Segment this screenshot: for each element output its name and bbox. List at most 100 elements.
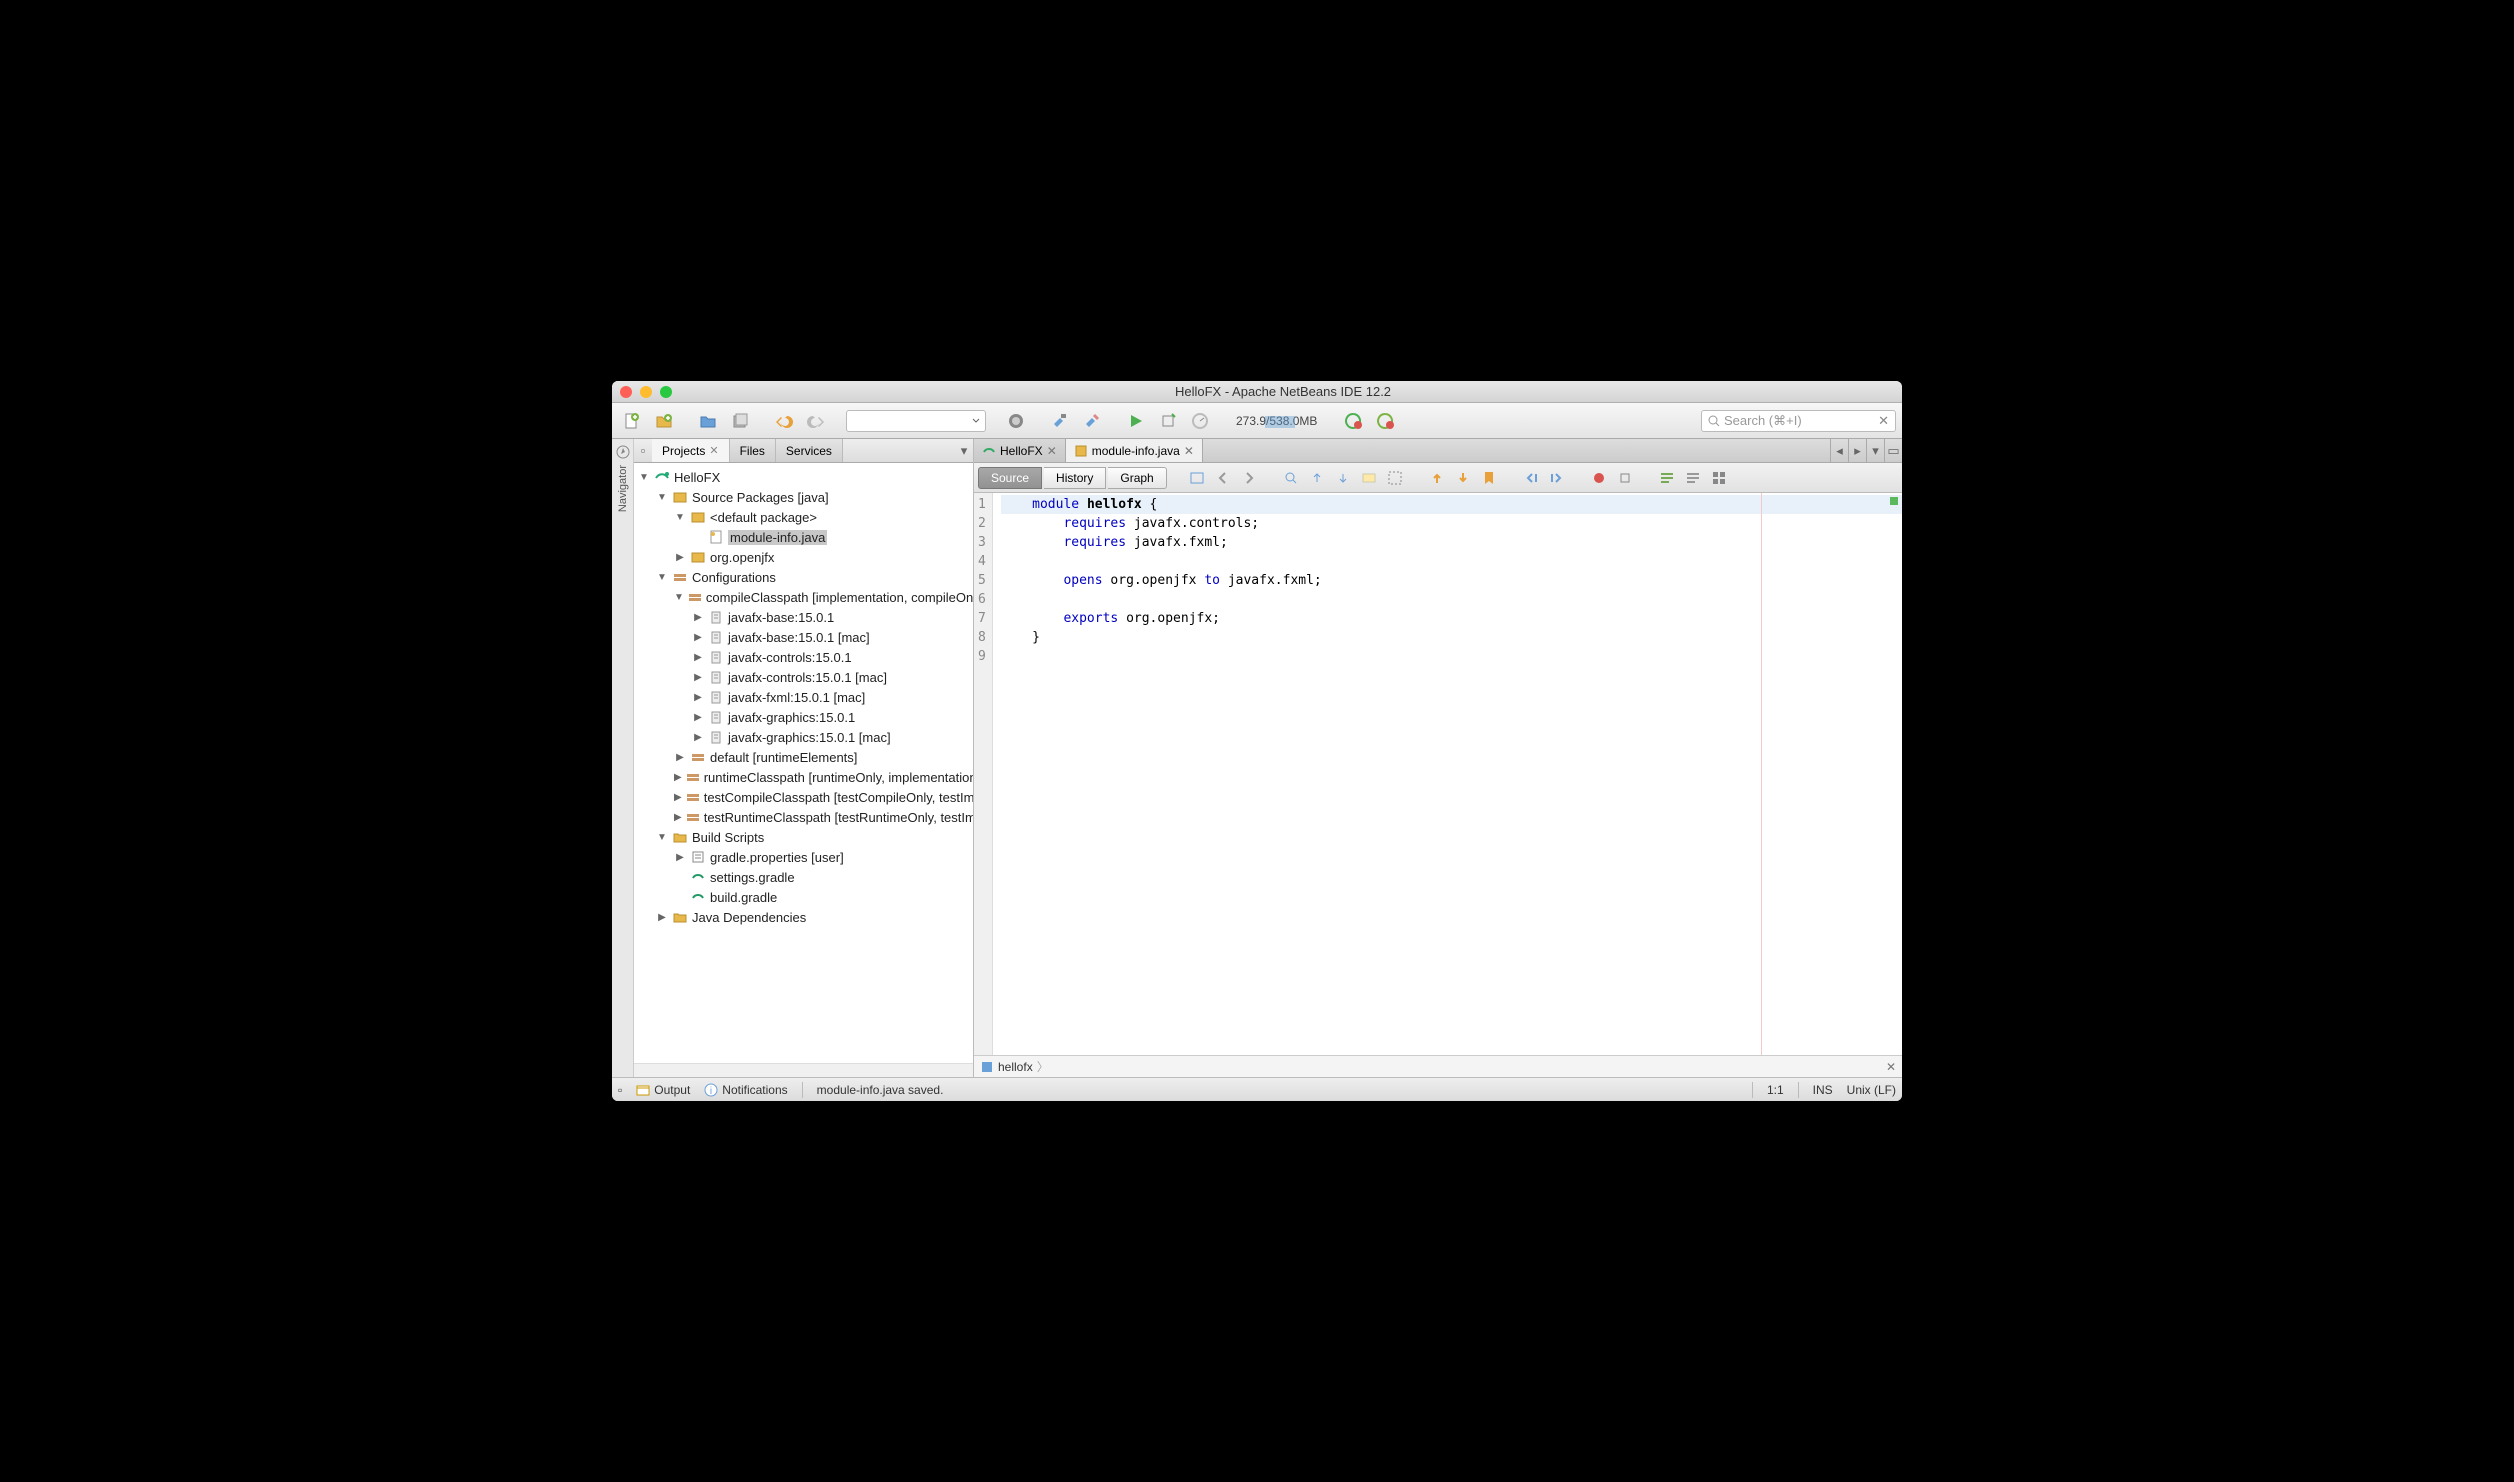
open-project-button[interactable] [694, 407, 722, 435]
tree-node[interactable]: module-info.java [634, 527, 973, 547]
shift-right-icon[interactable] [1545, 466, 1569, 490]
redo-button[interactable] [802, 407, 830, 435]
tree-node[interactable]: ▶javafx-graphics:15.0.1 [634, 707, 973, 727]
code-editor[interactable]: 123456789 module hellofx { requires java… [974, 493, 1902, 1055]
hammer-icon[interactable] [1046, 407, 1074, 435]
tree-node[interactable]: ▶javafx-graphics:15.0.1 [mac] [634, 727, 973, 747]
navigator-strip[interactable]: Navigator [612, 439, 634, 1077]
toggle-highlight-icon[interactable] [1357, 466, 1381, 490]
editor-tab-hellofx[interactable]: HelloFX✕ [974, 439, 1066, 462]
tree-node[interactable]: ▼<default package> [634, 507, 973, 527]
tree-node[interactable]: ▶gradle.properties [user] [634, 847, 973, 867]
line-gutter[interactable]: 123456789 [974, 493, 993, 1055]
breadcrumb-close-icon[interactable]: ✕ [1886, 1060, 1896, 1074]
line-ending[interactable]: Unix (LF) [1847, 1083, 1896, 1097]
new-file-button[interactable] [618, 407, 646, 435]
minimize-panel-icon[interactable]: ▫ [634, 439, 652, 462]
forward-icon[interactable] [1237, 466, 1261, 490]
tab-services[interactable]: Services [776, 439, 843, 462]
restore-windows-icon[interactable]: ▫ [618, 1083, 622, 1097]
tree-node[interactable]: ▶testCompileClasspath [testCompileOnly, … [634, 787, 973, 807]
uncomment-icon[interactable] [1681, 466, 1705, 490]
tree-node[interactable]: ▼Build Scripts [634, 827, 973, 847]
build-button[interactable] [1002, 407, 1030, 435]
tree-node[interactable]: ▶javafx-base:15.0.1 [mac] [634, 627, 973, 647]
graph-view-button[interactable]: Graph [1108, 467, 1166, 489]
close-icon[interactable]: ✕ [1184, 444, 1194, 458]
toggle-bookmark-icon[interactable] [1477, 466, 1501, 490]
panel-menu-icon[interactable]: ▾ [955, 439, 973, 462]
find-prev-icon[interactable] [1305, 466, 1329, 490]
maximize-editor-icon[interactable]: ▭ [1884, 439, 1902, 462]
close-icon[interactable]: ✕ [1047, 444, 1057, 458]
undo-button[interactable] [770, 407, 798, 435]
shift-left-icon[interactable] [1519, 466, 1543, 490]
tree-node[interactable]: ▶javafx-fxml:15.0.1 [mac] [634, 687, 973, 707]
tree-node[interactable]: ▶org.openjfx [634, 547, 973, 567]
tab-projects[interactable]: Projects✕ [652, 439, 730, 462]
memory-indicator[interactable]: 273.9/538.0MB [1230, 414, 1323, 428]
run-button[interactable] [1122, 407, 1150, 435]
tab-files[interactable]: Files [730, 439, 776, 462]
source-view-button[interactable]: Source [978, 467, 1042, 489]
tree-node[interactable]: ▼Configurations [634, 567, 973, 587]
tab-scroll-left-icon[interactable]: ◂ [1830, 439, 1848, 462]
stop-icon[interactable] [1371, 407, 1399, 435]
minimize-window-button[interactable] [640, 386, 652, 398]
find-selection-icon[interactable] [1279, 466, 1303, 490]
info-icon: i [704, 1083, 718, 1097]
output-button[interactable]: Output [636, 1083, 690, 1097]
tree-node[interactable]: ▶testRuntimeClasspath [testRuntimeOnly, … [634, 807, 973, 827]
insert-mode[interactable]: INS [1813, 1083, 1833, 1097]
toggle-rect-select-icon[interactable] [1383, 466, 1407, 490]
main-toolbar: 273.9/538.0MB Search (⌘+I) ✕ [612, 403, 1902, 439]
tree-node[interactable]: ▶javafx-controls:15.0.1 [mac] [634, 667, 973, 687]
tab-list-icon[interactable]: ▾ [1866, 439, 1884, 462]
debug-button[interactable] [1154, 407, 1182, 435]
more-icon[interactable] [1707, 466, 1731, 490]
comment-icon[interactable] [1655, 466, 1679, 490]
tree-node[interactable]: ▼Source Packages [java] [634, 487, 973, 507]
close-icon[interactable]: ✕ [709, 444, 718, 457]
prev-bookmark-icon[interactable] [1425, 466, 1449, 490]
history-view-button[interactable]: History [1044, 467, 1106, 489]
clean-build-button[interactable] [1078, 407, 1106, 435]
code-content[interactable]: module hellofx { requires javafx.control… [993, 493, 1902, 1055]
tree-node[interactable]: ▶Java Dependencies [634, 907, 973, 927]
tree-node[interactable]: ▶javafx-base:15.0.1 [634, 607, 973, 627]
pause-icon[interactable] [1339, 407, 1367, 435]
breadcrumb-item[interactable]: hellofx [998, 1060, 1033, 1074]
save-all-button[interactable] [726, 407, 754, 435]
close-window-button[interactable] [620, 386, 632, 398]
navigator-label: Navigator [617, 465, 629, 512]
project-tree[interactable]: ▼HelloFX▼Source Packages [java]▼<default… [634, 463, 973, 1063]
macro-stop-icon[interactable] [1613, 466, 1637, 490]
breadcrumb-bar: hellofx 〉 ✕ [974, 1055, 1902, 1077]
zoom-window-button[interactable] [660, 386, 672, 398]
gradle-icon [982, 444, 996, 458]
next-bookmark-icon[interactable] [1451, 466, 1475, 490]
profile-button[interactable] [1186, 407, 1214, 435]
tab-scroll-right-icon[interactable]: ▸ [1848, 439, 1866, 462]
tree-node[interactable]: ▶javafx-controls:15.0.1 [634, 647, 973, 667]
macro-record-icon[interactable] [1587, 466, 1611, 490]
notifications-button[interactable]: i Notifications [704, 1083, 787, 1097]
tree-node[interactable]: ▼compileClasspath [implementation, compi… [634, 587, 973, 607]
find-next-icon[interactable] [1331, 466, 1355, 490]
tree-node[interactable]: build.gradle [634, 887, 973, 907]
back-icon[interactable] [1211, 466, 1235, 490]
main-area: Navigator ▫ Projects✕ Files Services ▾ ▼… [612, 439, 1902, 1077]
output-icon [636, 1083, 650, 1097]
cursor-position[interactable]: 1:1 [1767, 1083, 1784, 1097]
tree-node[interactable]: ▶default [runtimeElements] [634, 747, 973, 767]
tree-node[interactable]: ▶runtimeClasspath [runtimeOnly, implemen… [634, 767, 973, 787]
tree-node[interactable]: settings.gradle [634, 867, 973, 887]
new-project-button[interactable] [650, 407, 678, 435]
config-combo[interactable] [846, 410, 986, 432]
tree-node[interactable]: ▼HelloFX [634, 467, 973, 487]
clear-search-icon[interactable]: ✕ [1878, 413, 1889, 429]
editor-tab-module-info[interactable]: module-info.java✕ [1066, 439, 1203, 462]
tree-scrollbar[interactable] [634, 1063, 973, 1077]
last-edit-icon[interactable] [1185, 466, 1209, 490]
search-field[interactable]: Search (⌘+I) ✕ [1701, 410, 1896, 432]
